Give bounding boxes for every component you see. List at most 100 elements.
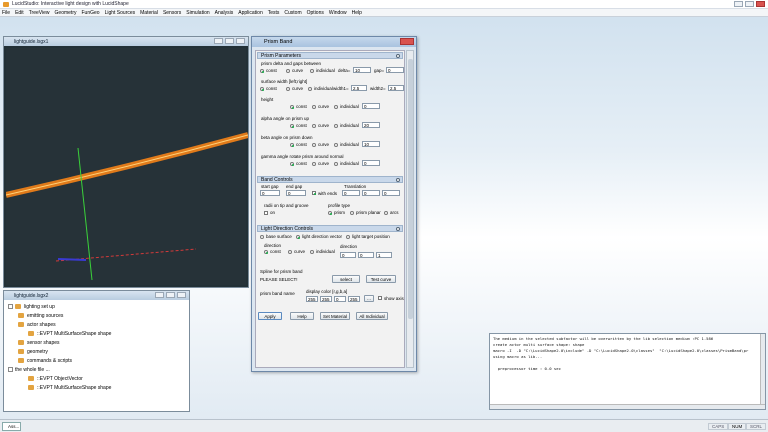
- radio-base-surface[interactable]: [260, 235, 264, 239]
- dialog-scrollbar[interactable]: [406, 50, 414, 368]
- radio-const[interactable]: [264, 250, 268, 254]
- radio-const[interactable]: [290, 143, 294, 147]
- end-gap-input[interactable]: 0: [286, 190, 306, 196]
- translation-x-input[interactable]: 0: [342, 190, 360, 196]
- expand-icon[interactable]: [8, 304, 13, 310]
- menu-custom[interactable]: Custom: [284, 10, 301, 16]
- menu-file[interactable]: File: [2, 10, 10, 16]
- direction-x-input[interactable]: 0: [340, 252, 356, 258]
- radii-on-checkbox[interactable]: [264, 211, 268, 215]
- menu-material[interactable]: Material: [140, 10, 158, 16]
- radio-light-target[interactable]: [346, 235, 350, 239]
- tree-item[interactable]: emitting sources: [8, 312, 189, 321]
- tree-item[interactable]: actor shapes: [8, 321, 189, 330]
- tree-item[interactable]: lighting set up: [8, 303, 189, 312]
- minimize-icon[interactable]: [734, 1, 743, 7]
- radio-prism-planar[interactable]: [350, 211, 354, 215]
- radio-individual[interactable]: [308, 87, 312, 91]
- collapse-icon[interactable]: [396, 178, 400, 182]
- radio-curve[interactable]: [312, 162, 316, 166]
- collapse-icon[interactable]: [396, 54, 400, 58]
- translation-z-input[interactable]: 0: [382, 190, 400, 196]
- radio-individual[interactable]: [334, 143, 338, 147]
- start-gap-input[interactable]: 0: [260, 190, 280, 196]
- radio-arcs[interactable]: [384, 211, 388, 215]
- radio-individual[interactable]: [334, 162, 338, 166]
- expand-icon[interactable]: [8, 367, 13, 373]
- console-vscroll[interactable]: [760, 334, 765, 406]
- delta-input[interactable]: 10: [353, 67, 371, 73]
- close-icon[interactable]: [236, 38, 245, 44]
- tree-item[interactable]: geometry: [8, 348, 189, 357]
- width2-input[interactable]: 2.5: [388, 85, 404, 91]
- collapse-icon[interactable]: [396, 227, 400, 231]
- output-console[interactable]: The medium in the selected subfactor wil…: [489, 333, 766, 410]
- width1-input[interactable]: 2.5: [351, 85, 367, 91]
- menu-sensors[interactable]: Sensors: [163, 10, 181, 16]
- minimize-icon[interactable]: [155, 292, 164, 298]
- tree-item[interactable]: ::EVPT ObjectVector: [8, 375, 189, 384]
- radio-light-direction[interactable]: [296, 235, 300, 239]
- help-button[interactable]: Help: [290, 312, 314, 320]
- maximize-icon[interactable]: [225, 38, 234, 44]
- apply-button[interactable]: Apply: [258, 312, 282, 320]
- minimize-icon[interactable]: [214, 38, 223, 44]
- select-button[interactable]: select: [332, 275, 360, 283]
- radio-curve[interactable]: [312, 143, 316, 147]
- menu-application[interactable]: Application: [238, 10, 262, 16]
- radio-const[interactable]: [290, 105, 294, 109]
- radio-individual[interactable]: [334, 105, 338, 109]
- menu-fungeo[interactable]: FunGeo: [81, 10, 99, 16]
- maximize-icon[interactable]: [166, 292, 175, 298]
- 3d-viewport[interactable]: [5, 48, 249, 285]
- color-picker-button[interactable]: ...: [364, 295, 374, 302]
- close-icon[interactable]: [756, 1, 765, 7]
- set-material-button[interactable]: Set Material: [320, 312, 350, 320]
- color-a-input[interactable]: 255: [348, 296, 360, 302]
- taskbar-item[interactable]: Ass...: [2, 422, 21, 431]
- color-r-input[interactable]: 255: [306, 296, 318, 302]
- color-g-input[interactable]: 255: [320, 296, 332, 302]
- all-individual-button[interactable]: All Individual: [356, 312, 388, 320]
- alpha-input[interactable]: 20: [362, 122, 380, 128]
- menu-light-sources[interactable]: Light Sources: [105, 10, 136, 16]
- menu-simulation[interactable]: Simulation: [186, 10, 209, 16]
- radio-individual[interactable]: [310, 250, 314, 254]
- radio-curve[interactable]: [312, 105, 316, 109]
- radio-curve[interactable]: [288, 250, 292, 254]
- tree-item[interactable]: sensor shapes: [8, 339, 189, 348]
- close-icon[interactable]: [400, 38, 414, 45]
- menu-treeview[interactable]: TreeView: [29, 10, 50, 16]
- radio-const[interactable]: [260, 87, 264, 91]
- close-icon[interactable]: [177, 292, 186, 298]
- radio-prism[interactable]: [328, 211, 332, 215]
- beta-input[interactable]: 10: [362, 141, 380, 147]
- radio-curve[interactable]: [312, 124, 316, 128]
- radio-curve[interactable]: [286, 69, 290, 73]
- menu-edit[interactable]: Edit: [15, 10, 24, 16]
- color-b-input[interactable]: 0: [334, 296, 346, 302]
- radio-curve[interactable]: [286, 87, 290, 91]
- radio-const[interactable]: [290, 124, 294, 128]
- maximize-icon[interactable]: [745, 1, 754, 7]
- menu-tests[interactable]: Tests: [268, 10, 280, 16]
- tree-item[interactable]: commands & scripts: [8, 357, 189, 366]
- section-band-controls[interactable]: Band Controls: [257, 176, 403, 183]
- radio-const[interactable]: [290, 162, 294, 166]
- radio-individual[interactable]: [334, 124, 338, 128]
- gamma-input[interactable]: 0: [362, 160, 380, 166]
- radio-individual[interactable]: [310, 69, 314, 73]
- tree-item[interactable]: ::EVPT MultiSurfaceShape shape: [8, 330, 189, 339]
- menu-options[interactable]: Options: [307, 10, 324, 16]
- menu-analysis[interactable]: Analysis: [215, 10, 234, 16]
- show-axis-checkbox[interactable]: [378, 296, 382, 300]
- tree-item[interactable]: the whole file ...: [8, 366, 189, 375]
- test-curve-button[interactable]: Test curve: [366, 275, 396, 283]
- with-ends-checkbox[interactable]: [312, 191, 316, 195]
- tree-item[interactable]: ::EVPT MultiSurfaceShape shape: [8, 384, 189, 393]
- gap-input[interactable]: 0: [386, 67, 404, 73]
- menu-help[interactable]: Help: [352, 10, 362, 16]
- height-input[interactable]: 0: [362, 103, 380, 109]
- radio-const[interactable]: [260, 69, 264, 73]
- direction-z-input[interactable]: 1: [376, 252, 392, 258]
